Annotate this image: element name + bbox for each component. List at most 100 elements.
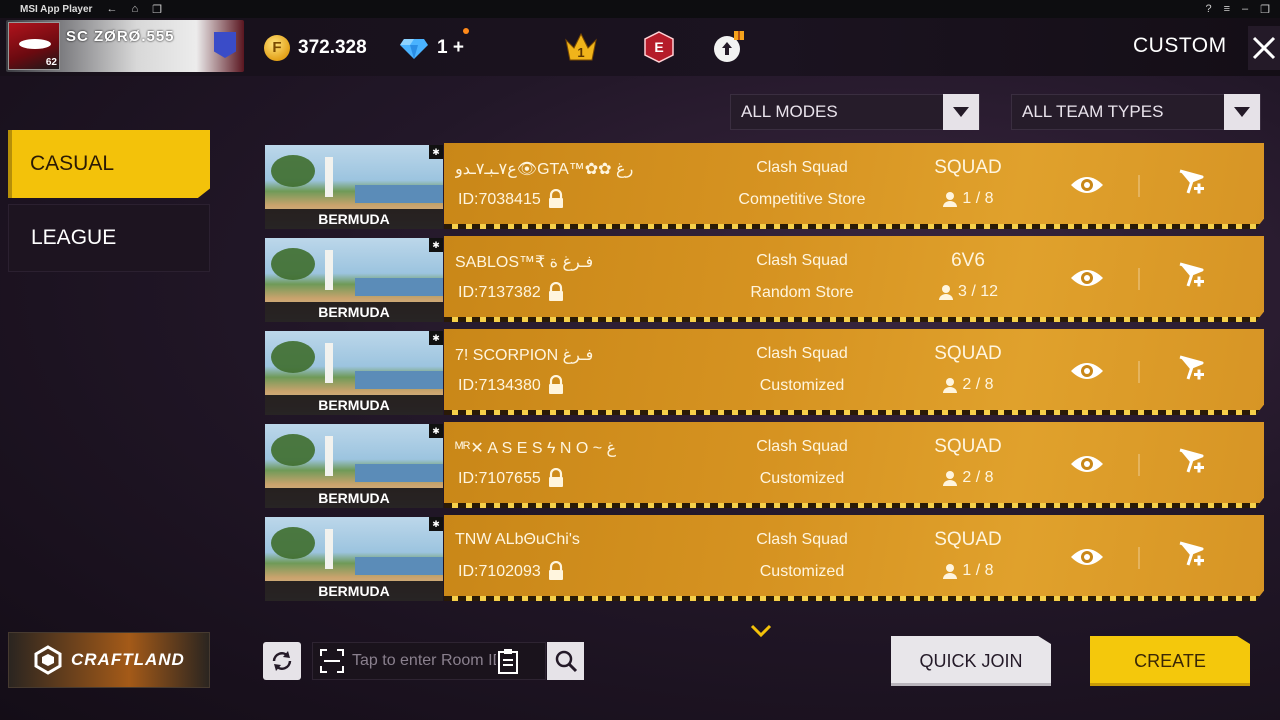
room-team-type: SQUAD <box>934 529 1002 550</box>
room-card[interactable]: ᴹᴿ✕ A S E S ϟ N O ~ غ ID:7107655 Clash S… <box>444 422 1264 508</box>
menu-icon[interactable]: ≡ <box>1224 3 1230 16</box>
room-row[interactable]: ✱ BERMUDA SABLOS™₹ فـرغ ة ID:7137382 Cla… <box>262 236 1264 322</box>
help-icon[interactable]: ? <box>1205 3 1211 16</box>
multi-window-icon[interactable]: ❐ <box>152 3 162 16</box>
elite-pass-icon[interactable]: E <box>642 30 676 64</box>
refresh-button[interactable] <box>263 642 301 680</box>
room-id: ID:7107655 <box>458 470 541 487</box>
map-thumbnail: ✱ BERMUDA <box>265 145 443 229</box>
room-row[interactable]: ✱ BERMUDA TNW ALbΘuChi's ID:7102093 Clas… <box>262 515 1264 601</box>
map-name: BERMUDA <box>265 302 443 322</box>
join-flag-icon[interactable] <box>1174 260 1208 294</box>
page-title: CUSTOM <box>1133 34 1227 57</box>
restore-icon[interactable]: ❐ <box>1260 3 1270 16</box>
craftland-button[interactable]: CRAFTLAND <box>8 632 210 688</box>
star-icon: ✱ <box>429 331 443 345</box>
room-count-value: 2 / 8 <box>962 469 994 486</box>
diamond-plus: + <box>452 37 464 58</box>
room-player-count: 1 / 8 <box>908 190 1028 208</box>
divider <box>1138 547 1140 569</box>
room-player-count: 2 / 8 <box>908 376 1028 394</box>
tab-casual[interactable]: CASUAL <box>8 130 210 198</box>
eye-icon[interactable] <box>1070 359 1104 383</box>
map-name: BERMUDA <box>265 209 443 229</box>
room-row[interactable]: ✱ BERMUDA ع٧ـبـ٧ـدو👁GTA™✿✿ رغ ID:7038415… <box>262 143 1264 229</box>
lighthouse-shape <box>325 343 333 383</box>
search-icon <box>555 650 577 673</box>
room-id-input[interactable] <box>346 652 496 670</box>
room-name: 7! SCORPION فـرغ <box>455 347 594 364</box>
room-row[interactable]: ✱ BERMUDA 7! SCORPION فـرغ ID:7134380 Cl… <box>262 329 1264 415</box>
app-title: MSI App Player <box>20 3 93 15</box>
room-mode: Clash Squad <box>756 531 848 548</box>
join-flag-icon[interactable] <box>1174 539 1208 573</box>
room-player-count: 3 / 12 <box>908 283 1028 301</box>
room-count-value: 1 / 8 <box>962 562 994 579</box>
star-icon: ✱ <box>429 145 443 159</box>
lighthouse-shape <box>325 529 333 569</box>
gold-coin-icon: F <box>264 35 290 61</box>
player-level: 62 <box>45 57 57 68</box>
modes-dropdown[interactable]: ALL MODES <box>730 94 980 130</box>
tab-league[interactable]: LEAGUE <box>8 204 210 272</box>
room-mode: Clash Squad <box>756 345 848 362</box>
chevron-down-icon <box>943 94 979 130</box>
rank-crown-icon[interactable]: 1 <box>564 30 598 64</box>
craftland-label: CRAFTLAND <box>71 650 185 669</box>
minimize-icon[interactable]: – <box>1242 3 1248 16</box>
room-count-value: 3 / 12 <box>957 283 999 300</box>
room-store: Competitive Store <box>738 191 866 208</box>
diamond-icon <box>400 39 428 59</box>
paste-icon[interactable] <box>496 648 520 674</box>
room-id: ID:7134380 <box>458 377 541 394</box>
craftland-logo-icon <box>34 645 62 675</box>
team-types-dropdown[interactable]: ALL TEAM TYPES <box>1011 94 1261 130</box>
gift-upload-icon[interactable] <box>712 30 746 64</box>
search-button[interactable] <box>547 642 584 680</box>
room-mode: Clash Squad <box>756 252 848 269</box>
room-team-type: SQUAD <box>934 157 1002 178</box>
eye-icon[interactable] <box>1070 266 1104 290</box>
room-row[interactable]: ✱ BERMUDA ᴹᴿ✕ A S E S ϟ N O ~ غ ID:71076… <box>262 422 1264 508</box>
room-team-type: SQUAD <box>934 436 1002 457</box>
room-name: ᴹᴿ✕ A S E S ϟ N O ~ غ <box>455 440 617 457</box>
star-icon: ✱ <box>429 238 443 252</box>
close-icon[interactable] <box>1244 26 1280 70</box>
eye-icon[interactable] <box>1070 545 1104 569</box>
create-button[interactable]: CREATE <box>1090 636 1250 686</box>
palm-tree-shape <box>271 248 315 280</box>
eye-icon[interactable] <box>1070 173 1104 197</box>
scan-icon[interactable] <box>318 647 346 675</box>
top-bar: 62 SC ZØRØ.555 F 372.328 1 + 1 E CUSTOM <box>0 18 1280 76</box>
room-card[interactable]: ع٧ـبـ٧ـدو👁GTA™✿✿ رغ ID:7038415 Clash Squ… <box>444 143 1264 229</box>
join-flag-icon[interactable] <box>1174 446 1208 480</box>
diamond-amount[interactable]: 1 + <box>437 37 464 59</box>
join-flag-icon[interactable] <box>1174 353 1208 387</box>
team-types-dropdown-label: ALL TEAM TYPES <box>1022 102 1164 121</box>
eye-icon[interactable] <box>1070 452 1104 476</box>
lock-icon <box>549 189 563 208</box>
player-name: SC ZØRØ.555 <box>66 28 175 45</box>
divider <box>1138 268 1140 290</box>
room-id: ID:7137382 <box>458 284 541 301</box>
room-store: Customized <box>759 470 845 487</box>
scroll-down-chevron-icon[interactable] <box>750 624 772 638</box>
room-count-value: 1 / 8 <box>962 190 994 207</box>
player-profile-card[interactable]: 62 SC ZØRØ.555 <box>6 20 244 72</box>
room-card[interactable]: 7! SCORPION فـرغ ID:7134380 Clash Squad … <box>444 329 1264 415</box>
back-icon[interactable]: ← <box>106 3 117 15</box>
room-card[interactable]: SABLOS™₹ فـرغ ة ID:7137382 Clash Squad R… <box>444 236 1264 322</box>
join-flag-icon[interactable] <box>1174 167 1208 201</box>
lighthouse-shape <box>325 250 333 290</box>
room-store: Random Store <box>750 284 854 301</box>
room-card[interactable]: TNW ALbΘuChi's ID:7102093 Clash Squad Cu… <box>444 515 1264 601</box>
window-titlebar: MSI App Player ← ⌂ ❐ ? ≡ – ❐ <box>0 0 1280 18</box>
sea-shape <box>355 185 443 203</box>
quick-join-button[interactable]: QUICK JOIN <box>891 636 1051 686</box>
lighthouse-shape <box>325 157 333 197</box>
diamond-count: 1 <box>437 37 448 58</box>
room-team-type: SQUAD <box>934 343 1002 364</box>
map-thumbnail: ✱ BERMUDA <box>265 424 443 508</box>
palm-tree-shape <box>271 155 315 187</box>
home-icon[interactable]: ⌂ <box>131 3 138 15</box>
